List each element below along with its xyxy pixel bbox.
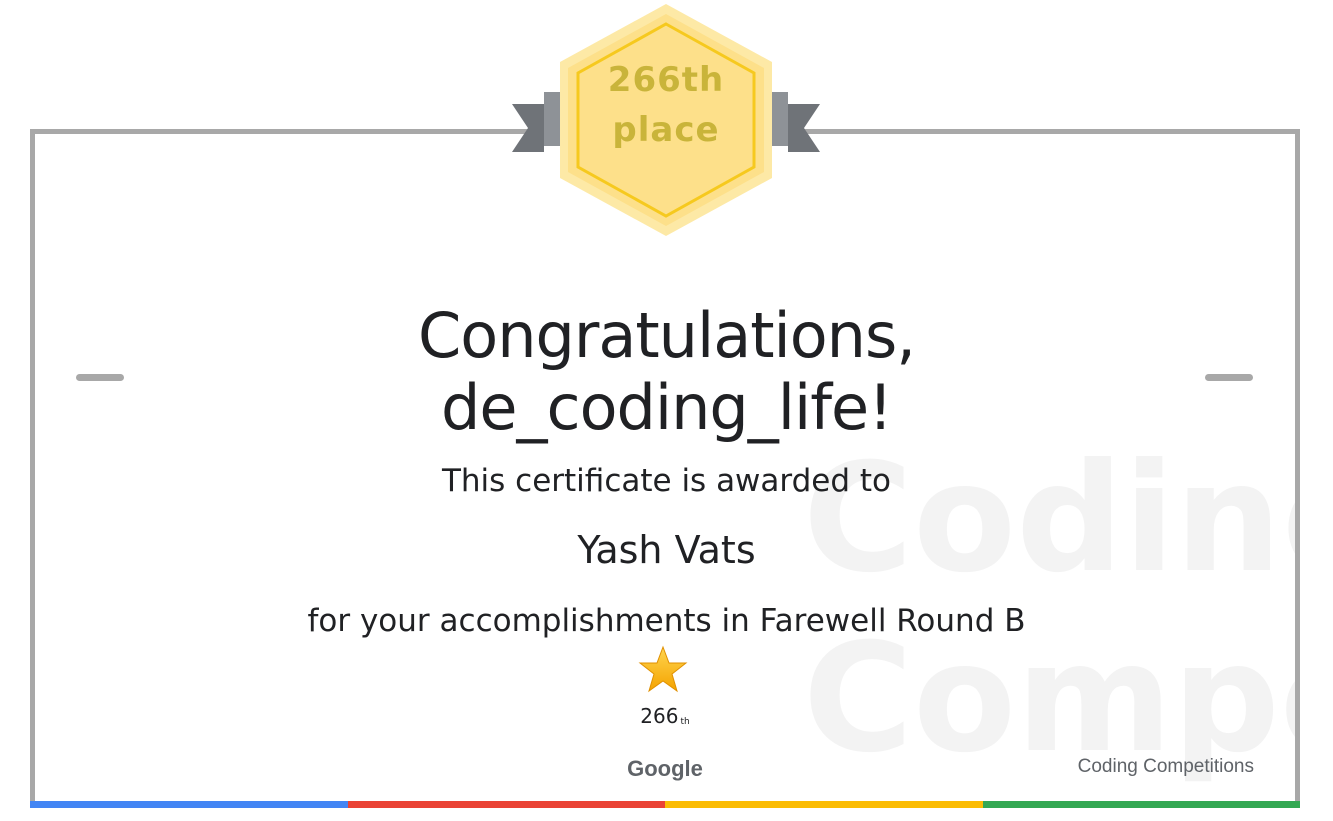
recipient-name: Yash Vats [577,528,756,572]
brand-color-bar [30,801,1300,808]
badge-rank-text: 266th [607,60,725,100]
rank-badge: 266th place [510,0,822,240]
google-logo: Google [627,756,703,781]
coding-competitions-label: Coding Competitions [1077,756,1254,777]
accomplishment-text: for your accomplishments in Farewell Rou… [307,603,1026,639]
rank-label: 266th [600,704,730,728]
rank-suffix: th [680,717,690,727]
color-bar-green [982,801,1300,808]
rank-number: 266 [640,704,679,728]
badge-place-text: place [612,110,720,150]
certificate-page: Coding Competitions 266th place Congratu… [0,0,1333,821]
color-bar-blue [30,801,348,808]
color-bar-red [347,801,665,808]
watermark-line-2: Competitions [803,612,1295,786]
congrats-line-2: de_coding_life! [440,371,893,444]
congrats-line-1: Congratulations, [418,299,916,372]
congratulations-heading: Congratulations, de_coding_life! [0,300,1333,444]
awarded-text: This certificate is awarded to [441,463,892,499]
color-bar-yellow [665,801,983,808]
star-icon [638,645,688,693]
